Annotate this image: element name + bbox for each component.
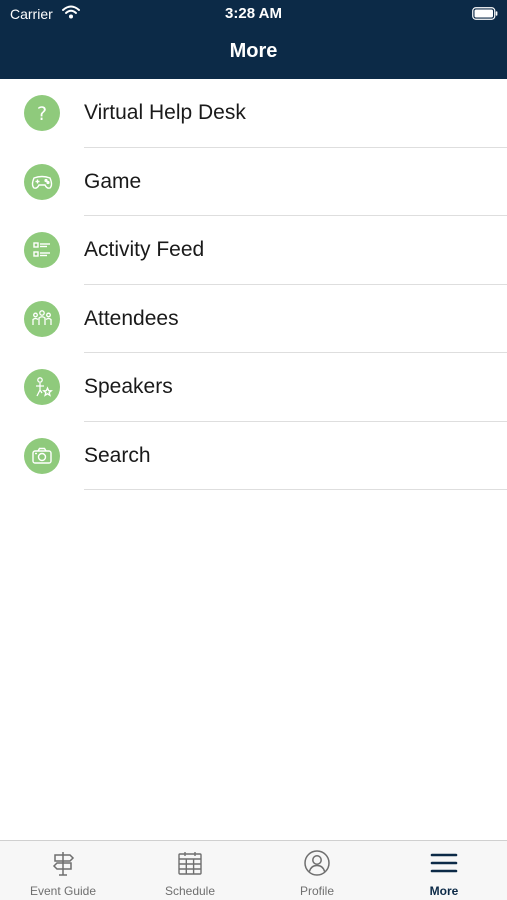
menu-item-label: Attendees [84, 306, 179, 330]
list-icon [24, 232, 60, 268]
profile-icon [304, 850, 330, 876]
gamepad-icon [24, 163, 60, 200]
tab-label: Profile [299, 884, 334, 898]
tab-label: More [429, 884, 459, 898]
menu-item-virtual-help-desk[interactable]: ? Virtual Help Desk [0, 79, 507, 148]
menu-item-speakers[interactable]: Speakers [0, 353, 507, 422]
menu-item-game[interactable]: Game [0, 148, 507, 216]
row-divider [84, 489, 507, 490]
tab-bar: Event Guide Schedule Profile More [0, 840, 507, 900]
menu-item-label: Activity Feed [84, 238, 205, 261]
menu-item-label: Virtual Help Desk [84, 101, 246, 124]
menu-item-activity-feed[interactable]: Activity Feed [0, 216, 507, 285]
menu-item-label: Game [84, 169, 142, 193]
menu-item-attendees[interactable]: Attendees [0, 285, 507, 353]
page-title: More [229, 40, 278, 62]
status-time: 3:28 AM [225, 5, 282, 22]
more-menu-list: ? Virtual Help Desk Game Activity Feed A… [0, 79, 507, 490]
people-icon [24, 300, 60, 337]
camera-icon [24, 437, 60, 474]
signpost-icon [52, 852, 75, 876]
battery-icon [472, 7, 498, 20]
tab-event-guide[interactable]: Event Guide [0, 841, 126, 900]
navigation-header: Carrier 3:28 AM More [0, 0, 507, 79]
question-icon: ? [24, 95, 60, 131]
hamburger-menu-icon [430, 853, 458, 873]
speaker-star-icon [24, 369, 60, 405]
calendar-icon [178, 852, 202, 875]
tab-schedule[interactable]: Schedule [127, 841, 253, 900]
tab-label: Schedule [164, 884, 216, 898]
status-bar: Carrier 3:28 AM [0, 0, 507, 28]
tab-more[interactable]: More [381, 841, 507, 900]
tab-profile[interactable]: Profile [254, 841, 380, 900]
menu-item-label: Speakers [84, 375, 173, 398]
tab-label: Event Guide [29, 884, 97, 898]
menu-item-label: Search [84, 443, 151, 467]
menu-item-search[interactable]: Search [0, 422, 507, 490]
svg-text:?: ? [37, 103, 47, 125]
